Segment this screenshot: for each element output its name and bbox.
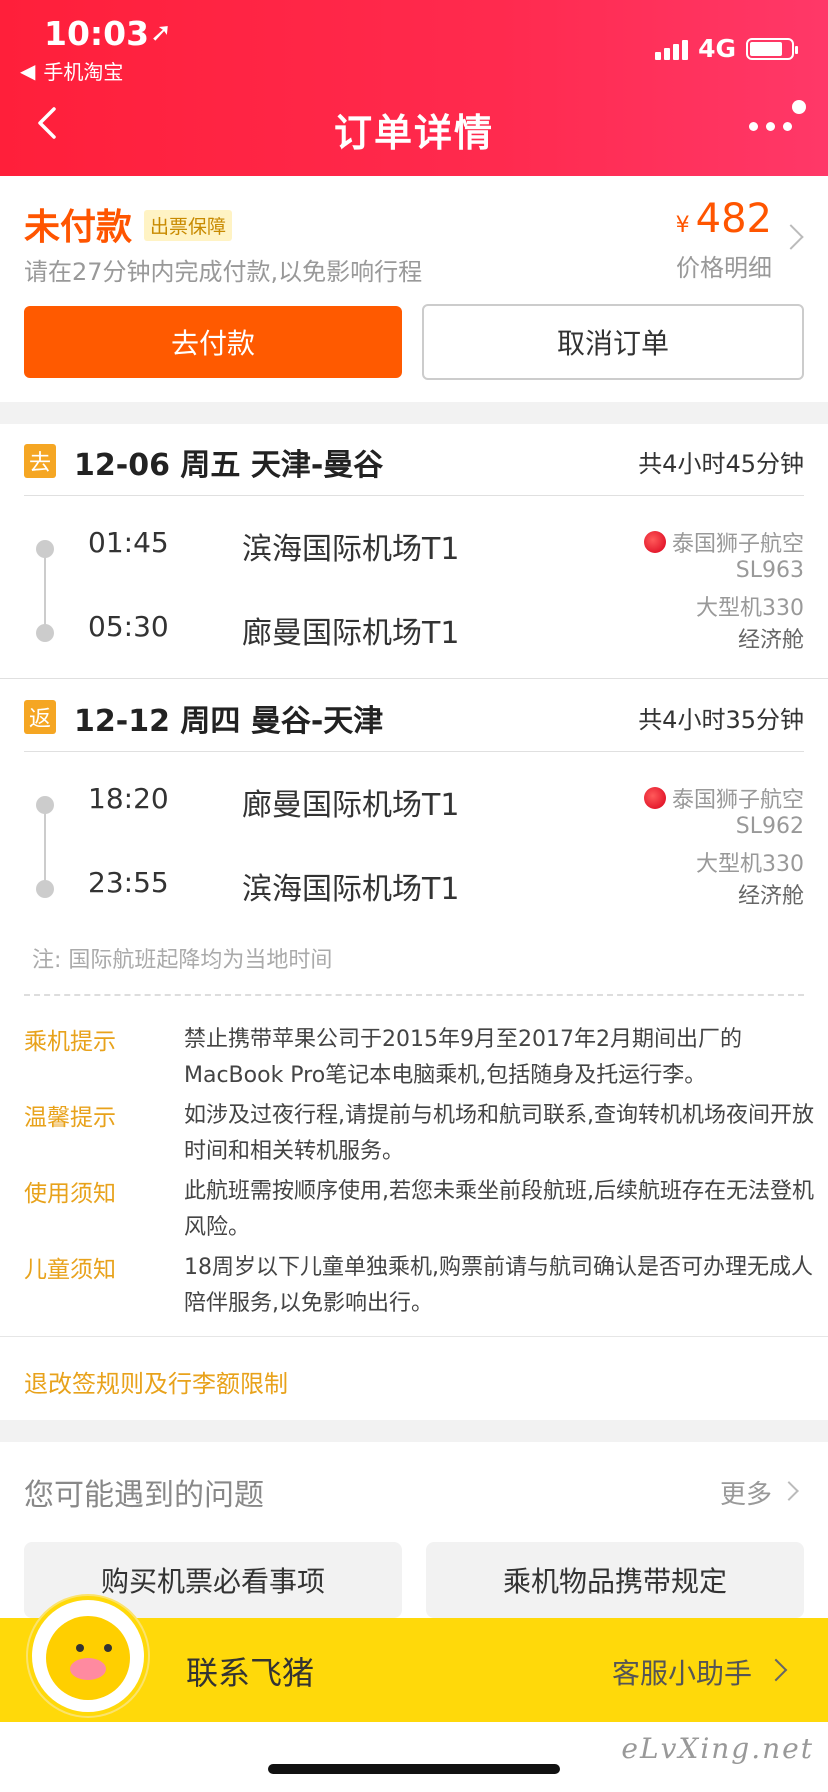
pay-button[interactable]: 去付款	[24, 306, 402, 378]
airline-name: 泰国狮子航空	[671, 532, 804, 557]
network-label: 4G	[698, 34, 736, 63]
section-divider	[0, 1336, 828, 1337]
timeline-dot	[36, 624, 54, 642]
pig-mascot-icon	[28, 1596, 148, 1716]
segment-header-return: 返 12-12 周四 曼谷-天津 共4小时35分钟	[24, 680, 804, 752]
assistant-link[interactable]: 客服小助手	[612, 1652, 752, 1692]
tip-text: 如涉及过夜行程,请提前与机场和航司联系,查询转机机场夜间开放时间和相关转机服务。	[184, 1103, 814, 1164]
order-price[interactable]: ¥482	[676, 196, 772, 242]
arrive-airport: 廊曼国际机场T1	[242, 616, 460, 651]
watermark: eLvXing.net	[621, 1732, 814, 1765]
segment-body-outbound: 01:45 滨海国际机场T1 05:30 廊曼国际机场T1 泰国狮子航空 SL9…	[0, 496, 828, 656]
contact-label[interactable]: 联系飞猪	[186, 1648, 314, 1694]
airline-logo-icon	[643, 787, 666, 809]
local-time-note: 注: 国际航班起降均为当地时间	[32, 948, 333, 973]
back-triangle-icon: ◀	[20, 58, 36, 83]
depart-time: 18:20	[88, 782, 169, 815]
tip-label: 儿童须知	[24, 1257, 116, 1283]
back-to-app-link[interactable]: ◀ 手机淘宝	[20, 56, 123, 85]
ticket-guarantee-badge: 出票保障	[144, 210, 233, 241]
arrive-time: 23:55	[88, 866, 169, 899]
signal-icon	[655, 38, 689, 60]
battery-icon	[746, 37, 798, 60]
airline-info: 泰国狮子航空	[643, 526, 804, 558]
airline-logo-icon	[643, 531, 666, 553]
arrive-airport: 滨海国际机场T1	[242, 872, 460, 907]
cabin-class: 经济舱	[737, 884, 804, 909]
aircraft-type: 大型机330	[696, 596, 804, 621]
depart-airport: 滨海国际机场T1	[242, 532, 460, 567]
timeline-line	[44, 804, 46, 888]
tip-text: 此航班需按顺序使用,若您未乘坐前段航班,后续航班存在无法登机风险。	[184, 1179, 814, 1240]
notification-dot	[792, 100, 806, 114]
currency-symbol: ¥	[675, 213, 690, 238]
segment-tag: 返	[24, 700, 56, 734]
status-time: 10:03	[44, 14, 150, 53]
refund-rules-link[interactable]: 退改签规则及行李额限制	[24, 1364, 288, 1399]
home-indicator[interactable]	[268, 1764, 560, 1774]
segment-header-outbound: 去 12-06 周五 天津-曼谷 共4小时45分钟	[24, 424, 804, 496]
segment-duration: 共4小时35分钟	[638, 706, 804, 734]
segment-body-return: 18:20 廊曼国际机场T1 23:55 滨海国际机场T1 泰国狮子航空 SL9…	[0, 752, 828, 912]
status-indicators: 4G	[655, 34, 798, 63]
tip-text: 18周岁以下儿童单独乘机,购票前请与航司确认是否可办理无成人陪伴服务,以免影响出…	[184, 1255, 813, 1316]
chevron-right-icon[interactable]	[779, 1481, 799, 1501]
segment-tag: 去	[24, 444, 56, 478]
flight-number: SL962	[735, 814, 804, 839]
contact-bar[interactable]: 联系飞猪 客服小助手	[0, 1596, 828, 1722]
location-arrow-icon: ➚	[150, 18, 172, 48]
faq-title: 您可能遇到的问题	[24, 1478, 264, 1513]
page-title: 订单详情	[333, 111, 494, 155]
flight-number: SL963	[735, 558, 804, 583]
cancel-order-button[interactable]: 取消订单	[422, 304, 804, 380]
cabin-class: 经济舱	[737, 628, 804, 653]
tip-label: 乘机提示	[24, 1029, 116, 1055]
order-status-title: 未付款	[24, 207, 133, 248]
price-value: 482	[695, 196, 772, 242]
segment-title: 12-12 周四 曼谷-天津	[74, 704, 384, 739]
segment-divider	[0, 678, 828, 679]
price-detail-link[interactable]: 价格明细	[676, 248, 772, 283]
aircraft-type: 大型机330	[696, 852, 804, 877]
more-menu-icon[interactable]	[749, 122, 792, 131]
app-header: 10:03 ➚ ◀ 手机淘宝 4G 订单详情	[0, 0, 828, 176]
back-app-label: 手机淘宝	[43, 60, 124, 84]
chevron-right-icon[interactable]	[764, 1658, 788, 1682]
timeline-dot	[36, 880, 54, 898]
dashed-divider	[24, 994, 804, 996]
faq-carry-rules-button[interactable]: 乘机物品携带规定	[426, 1542, 804, 1618]
payment-countdown: 请在27分钟内完成付款,以免影响行程	[24, 258, 423, 286]
faq-more-link[interactable]: 更多	[720, 1474, 772, 1511]
tip-text: 禁止携带苹果公司于2015年9月至2017年2月期间出厂的MacBook Pro…	[184, 1027, 742, 1088]
segment-duration: 共4小时45分钟	[638, 450, 804, 478]
flight-details-card: 去 12-06 周五 天津-曼谷 共4小时45分钟 01:45 滨海国际机场T1…	[0, 424, 828, 1420]
airline-name: 泰国狮子航空	[671, 788, 804, 813]
tip-label: 使用须知	[24, 1181, 116, 1207]
timeline-line	[44, 548, 46, 632]
order-status-card: 未付款 出票保障 请在27分钟内完成付款,以免影响行程 ¥482 价格明细 去付…	[0, 176, 828, 402]
tip-label: 温馨提示	[24, 1105, 116, 1131]
segment-title: 12-06 周五 天津-曼谷	[74, 448, 384, 483]
chevron-right-icon[interactable]	[778, 224, 804, 250]
arrive-time: 05:30	[88, 610, 169, 643]
bottom-area: eLvXing.net	[0, 1722, 828, 1792]
depart-airport: 廊曼国际机场T1	[242, 788, 460, 823]
airline-info: 泰国狮子航空	[643, 782, 804, 814]
depart-time: 01:45	[88, 526, 169, 559]
